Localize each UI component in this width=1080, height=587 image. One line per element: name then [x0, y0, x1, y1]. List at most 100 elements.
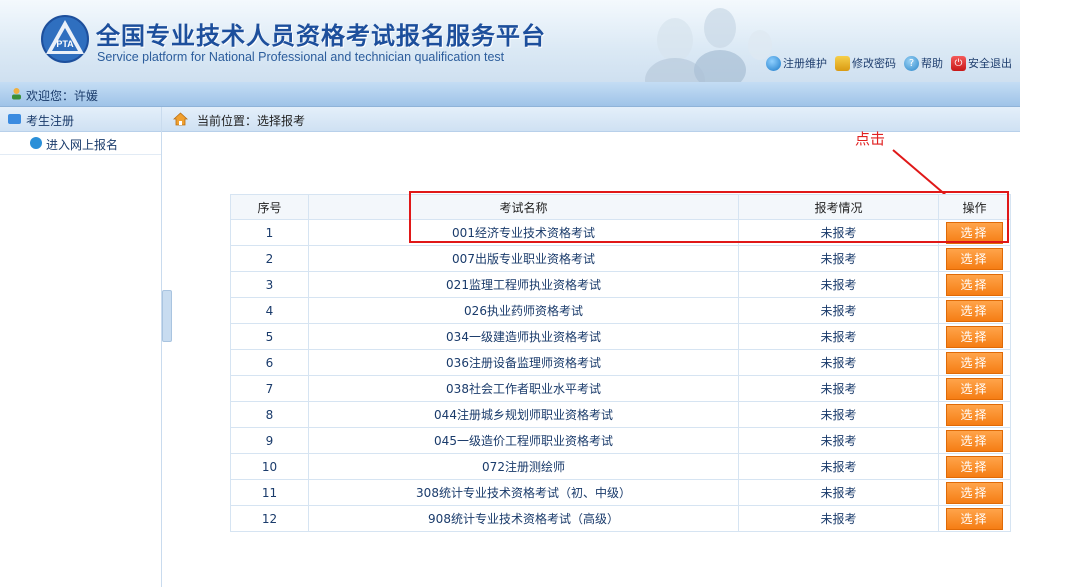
table-row: 2 007出版专业职业资格考试 未报考 选择	[230, 245, 1011, 272]
row-exam-name: 021监理工程师执业资格考试	[308, 271, 739, 298]
row-no: 8	[230, 401, 309, 428]
user-name: 许媛	[74, 89, 99, 103]
help-link[interactable]: ? 帮助	[904, 55, 943, 71]
pta-logo: PTA	[41, 15, 89, 63]
welcome-text: 欢迎您：许媛	[26, 87, 98, 104]
row-action: 选择	[938, 401, 1011, 428]
sidebar: 考生注册 进入网上报名	[0, 107, 162, 587]
row-status: 未报考	[738, 219, 939, 246]
row-no: 4	[230, 297, 309, 324]
user-icon	[12, 88, 21, 100]
row-no: 11	[230, 479, 309, 506]
row-status: 未报考	[738, 479, 939, 506]
row-status: 未报考	[738, 401, 939, 428]
sidebar-collapse-handle[interactable]	[162, 290, 172, 342]
table-row: 9 045一级造价工程师职业资格考试 未报考 选择	[230, 427, 1011, 454]
sidebar-item-online-registration[interactable]: 进入网上报名	[0, 132, 161, 155]
row-exam-name: 038社会工作者职业水平考试	[308, 375, 739, 402]
row-no: 7	[230, 375, 309, 402]
table-row: 12 908统计专业技术资格考试（高级） 未报考 选择	[230, 505, 1011, 532]
select-button[interactable]: 选择	[946, 481, 1003, 504]
select-button[interactable]: 选择	[946, 221, 1003, 244]
platform-title: 全国专业技术人员资格考试报名服务平台	[96, 22, 546, 50]
select-button[interactable]: 选择	[946, 429, 1003, 452]
welcome-label: 欢迎您：	[26, 89, 75, 103]
register-maintain-label: 注册维护	[783, 57, 827, 70]
register-maintain-link[interactable]: 注册维护	[766, 55, 827, 71]
table-row: 3 021监理工程师执业资格考试 未报考 选择	[230, 271, 1011, 298]
select-button[interactable]: 选择	[946, 403, 1003, 426]
row-exam-name: 308统计专业技术资格考试（初、中级）	[308, 479, 739, 506]
lock-icon	[835, 55, 850, 71]
table-header-row: 序号 考试名称 报考情况 操作	[230, 194, 1011, 220]
table-row: 11 308统计专业技术资格考试（初、中级） 未报考 选择	[230, 479, 1011, 506]
row-status: 未报考	[738, 349, 939, 376]
row-no: 2	[230, 245, 309, 272]
select-button[interactable]: 选择	[946, 273, 1003, 296]
breadcrumb-text: 当前位置：选择报考	[197, 114, 306, 128]
table-body: 1 001经济专业技术资格考试 未报考 选择 2 007出版专业职业资格考试 未报考 选择 3 0…	[230, 219, 1011, 532]
select-button[interactable]: 选择	[946, 351, 1003, 374]
row-action: 选择	[938, 219, 1011, 246]
sidebar-item-label: 进入网上报名	[46, 138, 119, 152]
row-exam-name: 908统计专业技术资格考试（高级）	[308, 505, 739, 532]
col-header-no: 序号	[230, 194, 309, 220]
change-password-link[interactable]: 修改密码	[835, 55, 896, 71]
app-window: PTA 全国专业技术人员资格考试报名服务平台 Service platform …	[0, 0, 1020, 587]
home-icon	[173, 112, 188, 126]
row-action: 选择	[938, 375, 1011, 402]
row-status: 未报考	[738, 427, 939, 454]
help-label: 帮助	[921, 57, 943, 70]
row-status: 未报考	[738, 271, 939, 298]
exam-table: 序号 考试名称 报考情况 操作 1 001经济专业技术资格考试 未报考 选择 2 007出…	[230, 194, 1011, 532]
table-row: 1 001经济专业技术资格考试 未报考 选择	[230, 219, 1011, 246]
select-button[interactable]: 选择	[946, 325, 1003, 348]
globe-icon	[766, 55, 781, 71]
row-status: 未报考	[738, 323, 939, 350]
row-exam-name: 034一级建造师执业资格考试	[308, 323, 739, 350]
col-header-exam-name: 考试名称	[308, 194, 739, 220]
welcome-bar: 欢迎您：许媛	[0, 82, 1020, 107]
breadcrumb: 当前位置：选择报考	[162, 107, 1020, 132]
logo-text: PTA	[56, 39, 74, 49]
row-exam-name: 026执业药师资格考试	[308, 297, 739, 324]
select-button[interactable]: 选择	[946, 507, 1003, 530]
col-header-status: 报考情况	[738, 194, 939, 220]
row-exam-name: 001经济专业技术资格考试	[308, 219, 739, 246]
top-links: 注册维护 修改密码 ? 帮助 ⏻ 安全退出	[766, 55, 1012, 71]
select-button[interactable]: 选择	[946, 299, 1003, 322]
row-status: 未报考	[738, 245, 939, 272]
row-action: 选择	[938, 427, 1011, 454]
click-annotation: 点击	[855, 130, 886, 148]
select-button[interactable]: 选择	[946, 455, 1003, 478]
sidebar-section-header[interactable]: 考生注册	[0, 107, 161, 132]
row-no: 9	[230, 427, 309, 454]
row-exam-name: 044注册城乡规划师职业资格考试	[308, 401, 739, 428]
table-row: 7 038社会工作者职业水平考试 未报考 选择	[230, 375, 1011, 402]
id-card-icon	[8, 114, 21, 124]
logout-link[interactable]: ⏻ 安全退出	[951, 55, 1012, 71]
sidebar-section-title: 考生注册	[26, 114, 75, 128]
row-status: 未报考	[738, 297, 939, 324]
row-no: 3	[230, 271, 309, 298]
table-row: 4 026执业药师资格考试 未报考 选择	[230, 297, 1011, 324]
row-no: 5	[230, 323, 309, 350]
row-action: 选择	[938, 505, 1011, 532]
row-exam-name: 045一级造价工程师职业资格考试	[308, 427, 739, 454]
row-action: 选择	[938, 323, 1011, 350]
row-action: 选择	[938, 245, 1011, 272]
row-action: 选择	[938, 453, 1011, 480]
row-action: 选择	[938, 349, 1011, 376]
row-exam-name: 007出版专业职业资格考试	[308, 245, 739, 272]
select-button[interactable]: 选择	[946, 377, 1003, 400]
col-header-action: 操作	[938, 194, 1011, 220]
row-no: 6	[230, 349, 309, 376]
row-no: 12	[230, 505, 309, 532]
table-row: 5 034一级建造师执业资格考试 未报考 选择	[230, 323, 1011, 350]
row-action: 选择	[938, 271, 1011, 298]
row-status: 未报考	[738, 453, 939, 480]
select-button[interactable]: 选择	[946, 247, 1003, 270]
table-row: 8 044注册城乡规划师职业资格考试 未报考 选择	[230, 401, 1011, 428]
logout-label: 安全退出	[968, 57, 1012, 70]
row-action: 选择	[938, 297, 1011, 324]
